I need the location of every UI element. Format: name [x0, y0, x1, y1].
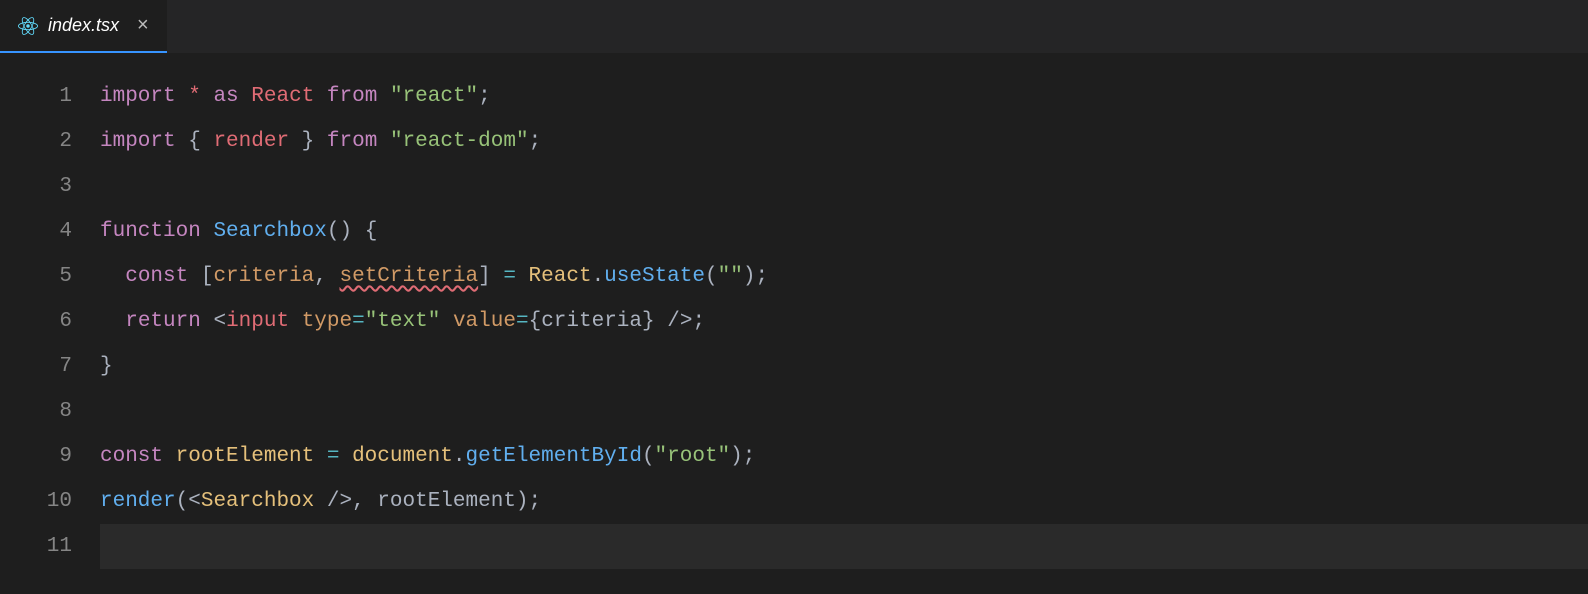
line-number: 3	[0, 164, 72, 209]
code-line: render(<Searchbox />, rootElement);	[100, 479, 1588, 524]
line-number: 2	[0, 119, 72, 164]
code-area[interactable]: import * as React from "react"; import {…	[100, 74, 1588, 594]
line-number: 8	[0, 389, 72, 434]
code-line	[100, 389, 1588, 434]
code-line: return <input type="text" value={criteri…	[100, 299, 1588, 344]
code-line: const rootElement = document.getElementB…	[100, 434, 1588, 479]
code-line: import { render } from "react-dom";	[100, 119, 1588, 164]
tab-bar: index.tsx ×	[0, 0, 1588, 54]
line-numbers: 1 2 3 4 5 6 7 8 9 10 11	[0, 74, 100, 594]
code-line: const [criteria, setCriteria] = React.us…	[100, 254, 1588, 299]
code-line-current	[100, 524, 1588, 569]
line-number: 10	[0, 479, 72, 524]
code-line: function Searchbox() {	[100, 209, 1588, 254]
line-number: 11	[0, 524, 72, 569]
line-number: 9	[0, 434, 72, 479]
tab-filename: index.tsx	[48, 15, 119, 36]
code-line: import * as React from "react";	[100, 74, 1588, 119]
code-line: }	[100, 344, 1588, 389]
line-number: 1	[0, 74, 72, 119]
line-number: 4	[0, 209, 72, 254]
warning-squiggle: setCriteria	[340, 265, 479, 288]
line-number: 6	[0, 299, 72, 344]
code-editor[interactable]: 1 2 3 4 5 6 7 8 9 10 11 import * as Reac…	[0, 54, 1588, 594]
line-number: 7	[0, 344, 72, 389]
line-number: 5	[0, 254, 72, 299]
code-line	[100, 164, 1588, 209]
react-icon	[18, 16, 38, 36]
tab-index-tsx[interactable]: index.tsx ×	[0, 0, 167, 53]
close-icon[interactable]: ×	[137, 14, 149, 37]
